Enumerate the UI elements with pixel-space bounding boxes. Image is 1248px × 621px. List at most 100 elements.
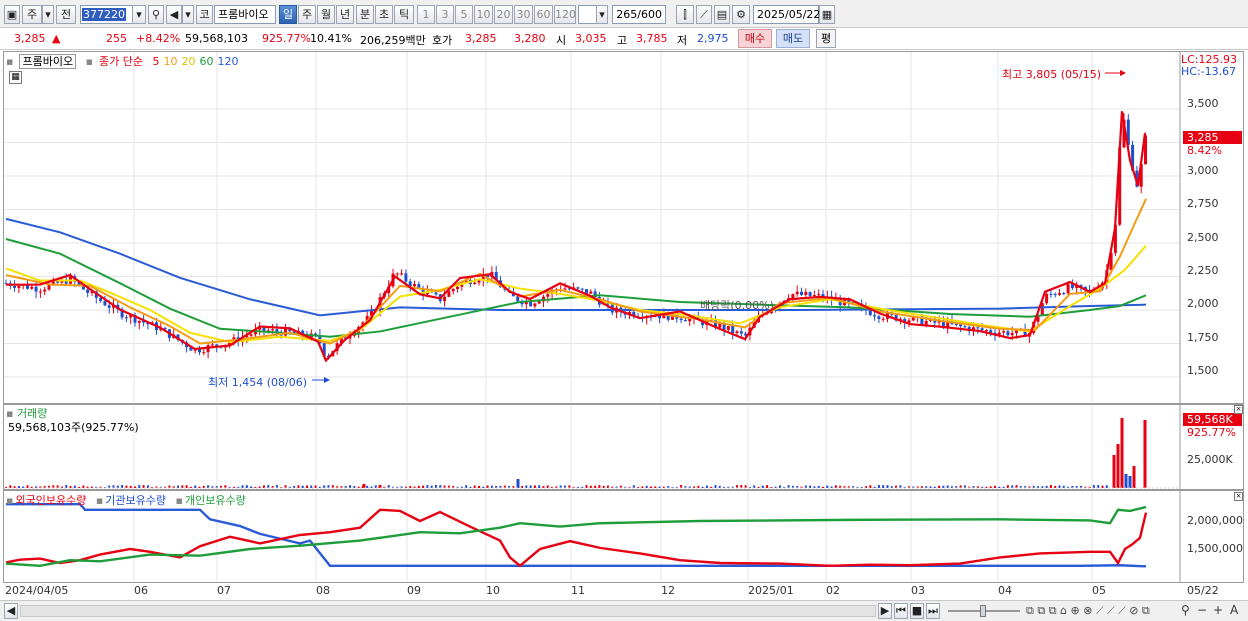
y-tick: 1,500 [1187,364,1219,377]
candle-body [400,273,404,275]
candle-body [38,291,42,293]
volume-bar [478,486,480,488]
price-panel-name[interactable]: 프롬바이오 [19,54,77,69]
volume-tag: 59,568K [1183,413,1242,426]
x-label: 10 [486,584,500,597]
candle-body [1053,294,1057,296]
candle-body [589,291,593,294]
close-icon[interactable]: × [1234,492,1243,501]
candle-body [1058,293,1061,295]
volume-bar [194,485,197,488]
candle-body [34,286,38,292]
candle-body [434,292,438,295]
volume-bar [594,485,597,488]
volume-bar [516,479,520,488]
candle-body [804,292,808,295]
font-icon[interactable]: A [1230,603,1238,617]
candle-body [124,317,128,319]
volume-bar [933,486,936,488]
candle-body [984,330,988,332]
tool-icons[interactable]: ⧉ ⧉ ⧉ ⌂ ⊕ ⊗ ⟋ ⟋ ⟋ ⊘ ⧉ [1026,604,1150,618]
candle-body [456,286,459,289]
volume-bar [1049,485,1052,488]
zoom-icon[interactable]: ⚲ [1181,603,1190,617]
stop-icon[interactable]: ■ [910,603,924,619]
volume-bar [1116,444,1120,488]
volume-bar [134,486,136,488]
low-arrow-head [324,377,330,383]
candle-body [413,284,416,287]
candle-body [1002,331,1006,333]
candle-body [881,318,885,320]
x-label: 12 [661,584,675,597]
minus-icon[interactable]: − [1197,603,1207,617]
candle-body [868,310,872,316]
volume-bar [1112,455,1116,488]
volume-pct-tag: 925.77% [1187,426,1236,439]
y-tick: 3,500 [1187,97,1219,110]
horizontal-scrollbar[interactable] [20,605,876,617]
holdings-y-tick: 2,000,000 [1187,514,1243,527]
candle-body [739,331,743,334]
candle-body [1066,284,1070,294]
candle-body [451,288,455,292]
plus-icon[interactable]: + [1213,603,1223,617]
legend-individual: 개인보유수량 [184,494,246,507]
y-tick: 3,000 [1187,164,1219,177]
x-label: 04 [998,584,1012,597]
x-label: 06 [134,584,148,597]
ma10-label: 10 [163,55,178,68]
ma20-label: 20 [181,55,196,68]
candle-body [86,289,90,293]
ma-title: 종가 단순 [99,55,144,68]
candle-body [546,294,550,297]
candle-body [976,327,980,329]
ma120-label: 120 [217,55,239,68]
zoom-slider-thumb[interactable] [980,605,986,617]
volume-bar [882,485,885,488]
x-label: 03 [911,584,925,597]
volume-bar [761,485,764,488]
candle-body [30,286,34,289]
close-icon[interactable]: × [1234,405,1243,414]
volume-bar [994,485,996,488]
x-label: 05 [1092,584,1106,597]
candle-body [537,301,541,304]
candle-body [791,294,795,299]
volume-y-tick: 25,000K [1187,453,1233,466]
volume-bar [250,486,253,488]
high-arrow-head [1120,70,1126,76]
scroll-left-icon[interactable]: ◀ [4,603,18,619]
stock-chart-canvas[interactable] [0,0,1248,621]
candle-body [679,318,683,321]
volume-bar [366,485,369,488]
high-annotation: 최고 3,805 (05/15) [1002,68,1102,81]
fast-forward-icon[interactable]: ⏭ [926,603,940,619]
volume-bar [822,486,824,488]
candle-body [718,323,722,328]
candle-body [795,291,799,295]
candle-body [17,285,21,288]
volume-bar [73,485,76,488]
volume-bar [589,485,592,488]
candle-body [107,305,111,308]
volume-bar [306,485,308,488]
ma120-line [5,217,1147,317]
ma5-label: 5 [152,55,160,68]
rewind-icon[interactable]: ⏮ [894,603,908,619]
y-tick: 2,000 [1187,297,1219,310]
candle-body [529,301,533,307]
grid-toggle-icon[interactable]: ▦ [9,71,22,84]
volume-bar [245,485,248,488]
candle-body [1045,293,1049,304]
volume-bar [1120,418,1124,488]
holdings-y-tick: 1,500,000 [1187,542,1243,555]
candle-body [1062,293,1066,295]
candle-body [202,352,206,354]
volume-bar [1124,474,1128,488]
volume-bar [877,485,880,488]
scroll-right-icon[interactable]: ▶ [878,603,892,619]
legend-bullet-icon: ▪ [6,55,14,68]
ma60-label: 60 [199,55,214,68]
volume-bar [650,486,652,488]
